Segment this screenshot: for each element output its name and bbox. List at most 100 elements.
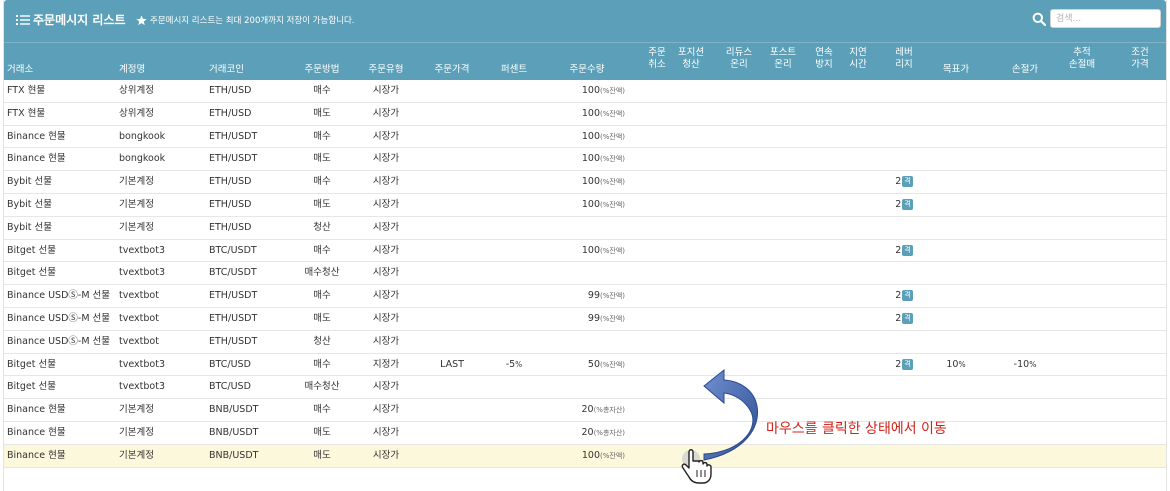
cell-type: 시장가 xyxy=(372,107,400,119)
cell-leverage xyxy=(884,376,924,399)
cell-stoploss xyxy=(1000,445,1050,468)
leverage-value: 2 xyxy=(895,244,902,256)
table-row[interactable]: Binance USDⓈ-M 선물 tvextbot ETH/USDT 청산 시장가 xyxy=(4,330,1166,354)
cell-method: 매도 xyxy=(313,153,331,165)
qty-value: 100 xyxy=(581,176,600,188)
cell-account: tvextbot3 xyxy=(119,381,165,393)
order-message-panel: 주문메시지 리스트 주문메시지 리스트는 최대 200개까지 저장이 가능합니다… xyxy=(3,0,1167,491)
cell-method: 매수청산 xyxy=(304,267,340,279)
cell-leverage: 2격 xyxy=(884,285,924,308)
column-header-condition[interactable]: 조건 가격 xyxy=(1122,47,1158,71)
cell-percent xyxy=(484,80,544,103)
cell-price xyxy=(422,445,482,468)
table-row[interactable]: Bitget 선물 tvextbot3 BTC/USDT 매수 시장가 100(%잔액) 2… xyxy=(4,239,1166,263)
table-row[interactable]: Bybit 선물 기본계정 ETH/USD 청산 시장가 xyxy=(4,216,1166,240)
table-row[interactable]: Binance 현물 기본계정 BNB/USDT 매도 시장가 100(%잔액) xyxy=(4,444,1166,468)
search-icon[interactable] xyxy=(1032,12,1046,26)
cell-exchange: Binance USDⓈ-M 선물 xyxy=(7,335,111,347)
cell-percent xyxy=(484,331,544,354)
cell-type: 시장가 xyxy=(372,290,400,302)
column-header-line1: 포스트 xyxy=(769,47,797,58)
cell-account: bongkook xyxy=(119,153,166,165)
cell-price xyxy=(422,285,482,308)
column-header-exchange[interactable]: 거래소 xyxy=(7,64,127,76)
cell-coin: ETH/USDT xyxy=(209,130,258,142)
column-header-line2: 청산 xyxy=(682,59,700,70)
table-row[interactable]: Bitget 선물 tvextbot3 BTC/USDT 매수청산 시장가 xyxy=(4,262,1166,286)
column-header-stoploss[interactable]: 손절가 xyxy=(1000,64,1050,76)
cell-target xyxy=(931,103,981,126)
cell-price xyxy=(422,126,482,149)
search-input[interactable] xyxy=(1050,9,1161,28)
column-header-delay[interactable]: 지연 시간 xyxy=(843,47,873,71)
column-header-post[interactable]: 포스트 온리 xyxy=(766,47,800,71)
column-header-trailing[interactable]: 추적 손절매 xyxy=(1062,47,1102,71)
margin-mode-badge: 격 xyxy=(902,290,913,302)
qty-value: 20 xyxy=(581,404,594,416)
table-row[interactable]: Bybit 선물 기본계정 ETH/USD 매도 시장가 100(%잔액) 2 격 xyxy=(4,193,1166,217)
cell-qty: 99(%잔액) xyxy=(549,308,625,331)
table-row[interactable]: Binance 현물 bongkook ETH/USDT 매도 시장가 100(%잔액) xyxy=(4,148,1166,172)
column-header-cancel[interactable]: 주문 취소 xyxy=(642,47,672,71)
cell-account: tvextbot xyxy=(119,290,159,302)
table-row[interactable]: Bitget 선물 tvextbot3 BTC/USD 매수 지정가 LAST -5% 50(… xyxy=(4,353,1166,377)
cell-stoploss xyxy=(1000,262,1050,285)
page-title: 주문메시지 리스트 xyxy=(33,13,126,27)
cell-stoploss xyxy=(1000,171,1050,194)
cell-exchange: Binance 현물 xyxy=(7,404,66,416)
column-header-percent[interactable]: 퍼센트 xyxy=(484,64,544,76)
column-header-close[interactable]: 포지션 청산 xyxy=(674,47,708,71)
table-row[interactable]: FTX 현물 상위계정 ETH/USD 매수 시장가 100(%잔액) xyxy=(4,80,1166,103)
cell-exchange: Bitget 선물 xyxy=(7,244,56,256)
table-row[interactable]: FTX 현물 상위계정 ETH/USD 매도 시장가 100(%잔액) xyxy=(4,102,1166,126)
column-header-leverage[interactable]: 레버 리지 xyxy=(884,47,924,71)
cell-account: 기본계정 xyxy=(119,404,154,416)
column-header-type[interactable]: 주문유형 xyxy=(356,64,416,76)
cell-coin: ETH/USD xyxy=(209,176,252,188)
qty-unit: (%총자산) xyxy=(593,428,625,437)
qty-value: 100 xyxy=(581,130,600,142)
column-header-method[interactable]: 주문방법 xyxy=(292,64,352,76)
cell-account: 기본계정 xyxy=(119,176,154,188)
column-header-line2: 방지 xyxy=(815,59,833,70)
cell-target xyxy=(931,126,981,149)
cell-stoploss xyxy=(1000,331,1050,354)
cell-percent xyxy=(484,103,544,126)
table-row[interactable]: Binance USDⓈ-M 선물 tvextbot ETH/USDT 매도 시장가 99… xyxy=(4,307,1166,331)
cell-price xyxy=(422,262,482,285)
table-row[interactable]: Binance 현물 bongkook ETH/USDT 매수 시장가 100(%잔액) xyxy=(4,125,1166,149)
cell-coin: ETH/USDT xyxy=(209,335,258,347)
cell-account: tvextbot xyxy=(119,312,159,324)
cell-stoploss: -10% xyxy=(1000,354,1050,377)
table-row[interactable]: Binance 현물 기본계정 BNB/USDT 매도 시장가 20(%총자산) xyxy=(4,421,1166,445)
column-header-qty[interactable]: 주문수량 xyxy=(549,64,625,76)
qty-value: 100 xyxy=(581,449,600,461)
column-header-line1: 지연 xyxy=(849,47,867,58)
qty-unit: (%총자산) xyxy=(593,406,625,415)
cell-target xyxy=(931,194,981,217)
cell-method: 청산 xyxy=(313,335,331,347)
table-row[interactable]: Bitget 선물 tvextbot3 BTC/USD 매수청산 시장가 xyxy=(4,376,1166,400)
table-row[interactable]: Binance USDⓈ-M 선물 tvextbot ETH/USDT 매수 시장가 99… xyxy=(4,285,1166,308)
cell-stoploss xyxy=(1000,422,1050,445)
column-header-line1: 포지션 xyxy=(677,47,705,58)
margin-mode-badge: 격 xyxy=(902,198,913,210)
cell-target xyxy=(931,171,981,194)
cell-price xyxy=(422,217,482,240)
cell-method: 청산 xyxy=(313,221,331,233)
cell-exchange: Binance 현물 xyxy=(7,449,66,461)
column-header-line1: 주문 xyxy=(648,47,666,58)
table-row[interactable]: Binance 현물 기본계정 BNB/USDT 매수 시장가 20(%총자산) xyxy=(4,399,1166,422)
column-header-target[interactable]: 목표가 xyxy=(931,64,981,76)
table-row[interactable]: Bybit 선물 기본계정 ETH/USD 매수 시장가 100(%잔액) 2 격 xyxy=(4,171,1166,194)
column-header-reduce[interactable]: 리듀스 온리 xyxy=(722,47,756,71)
column-header-coin[interactable]: 거래코인 xyxy=(209,64,289,76)
qty-unit: (%잔액) xyxy=(600,292,625,301)
column-header-line1: 리듀스 xyxy=(725,47,753,58)
cell-percent: -5% xyxy=(484,354,544,377)
column-header-price[interactable]: 주문가격 xyxy=(422,64,482,76)
cell-account: bongkook xyxy=(119,130,166,142)
cell-stoploss xyxy=(1000,399,1050,422)
column-header-account[interactable]: 계정명 xyxy=(119,64,209,76)
column-header-consec[interactable]: 연속 방지 xyxy=(809,47,839,71)
